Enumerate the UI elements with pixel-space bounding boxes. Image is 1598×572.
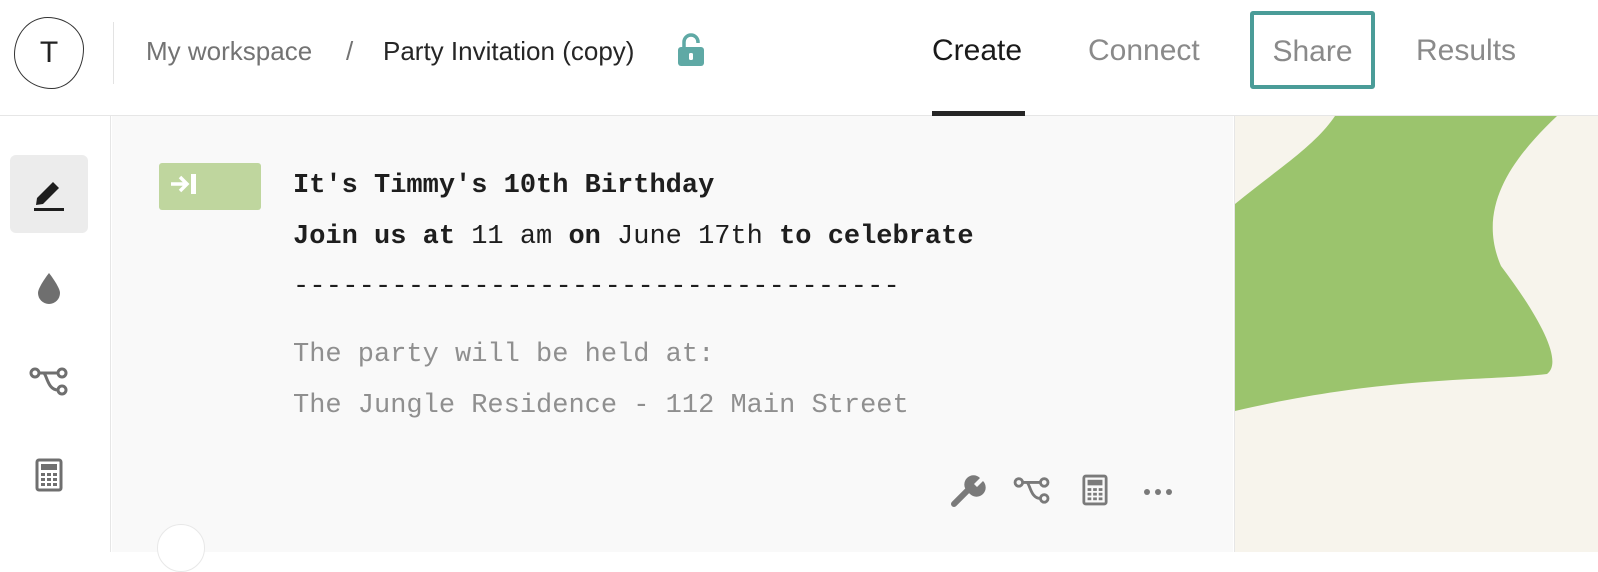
subtitle-part-2: on: [568, 222, 601, 252]
editor-canvas: It's Timmy's 10th Birthday Join us at 11…: [112, 116, 1233, 572]
lock-icon[interactable]: [676, 32, 706, 73]
question-type-badge[interactable]: [159, 163, 261, 210]
form-preview: [1234, 116, 1598, 552]
calculator-icon: [1082, 474, 1108, 511]
subtitle-part-1: Join us at: [293, 222, 456, 252]
pencil-icon: [31, 172, 67, 217]
sidebar-item-calculator[interactable]: [10, 438, 88, 516]
preview-blob: [1235, 116, 1557, 411]
left-sidebar: [0, 116, 111, 552]
subtitle-part-3: to celebrate: [779, 222, 974, 252]
statement-subtitle[interactable]: Join us at 11 am on June 17th to celebra…: [293, 222, 974, 252]
arrow-into-bar-icon: [169, 172, 203, 201]
more-icon: [1143, 483, 1173, 501]
logic-branch-icon: [1013, 474, 1051, 511]
more-options-button[interactable]: [1138, 472, 1178, 512]
breadcrumb-separator: /: [346, 36, 354, 66]
droplet-icon: [34, 270, 64, 311]
workspace-avatar[interactable]: T: [14, 17, 84, 89]
wrench-icon: [950, 472, 986, 513]
text-divider: -------------------------------------: [293, 272, 900, 302]
tab-create[interactable]: Create: [932, 34, 1022, 68]
subtitle-date: June 17th: [600, 222, 780, 252]
form-title[interactable]: Party Invitation (copy): [383, 36, 634, 67]
logic-tool[interactable]: [1012, 472, 1052, 512]
tab-results[interactable]: Results: [1416, 34, 1516, 68]
tab-connect[interactable]: Connect: [1088, 34, 1200, 68]
top-bar: T My workspace / Party Invitation (copy)…: [0, 0, 1598, 116]
header-divider: [113, 22, 114, 84]
breadcrumb-workspace[interactable]: My workspace: [146, 36, 312, 67]
venue-address[interactable]: The Jungle Residence - 112 Main Street: [293, 391, 909, 421]
settings-tool[interactable]: [948, 472, 988, 512]
tab-share[interactable]: Share: [1250, 11, 1375, 89]
venue-label[interactable]: The party will be held at:: [293, 340, 714, 370]
sidebar-item-content[interactable]: [10, 155, 88, 233]
logic-branch-icon: [29, 364, 69, 403]
statement-title[interactable]: It's Timmy's 10th Birthday: [293, 171, 714, 201]
sidebar-item-design[interactable]: [10, 251, 88, 329]
subtitle-time: 11 am: [455, 222, 569, 252]
sidebar-item-logic[interactable]: [10, 344, 88, 422]
add-block-button[interactable]: [157, 524, 205, 572]
calculator-tool[interactable]: [1075, 472, 1115, 512]
calculator-icon: [35, 458, 63, 497]
avatar-letter: T: [39, 36, 59, 69]
